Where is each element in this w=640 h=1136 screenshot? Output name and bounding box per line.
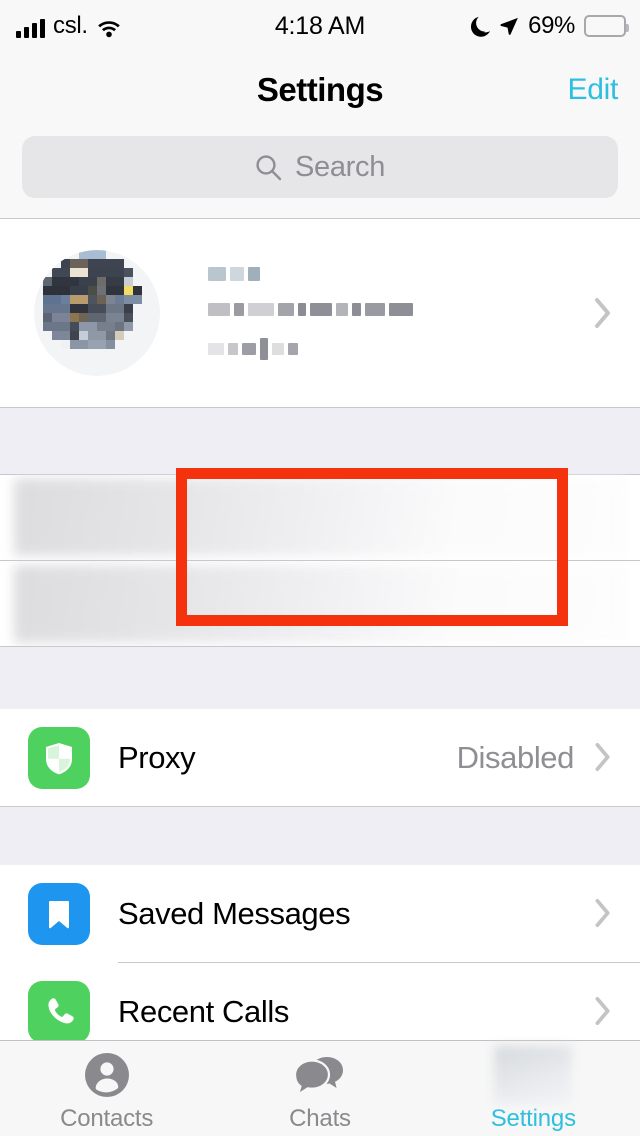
shield-icon — [28, 727, 90, 789]
phone-icon — [28, 981, 90, 1043]
chat-bubbles-icon — [293, 1049, 346, 1101]
tab-bar: Contacts Chats Settings — [0, 1040, 640, 1136]
settings-row-label: Proxy — [118, 740, 196, 775]
edit-button[interactable]: Edit — [568, 73, 619, 107]
chevron-right-icon — [594, 297, 612, 329]
search-placeholder: Search — [294, 150, 386, 183]
proxy-group: Proxy Disabled — [0, 709, 640, 807]
profile-group — [0, 218, 640, 626]
page-title: Settings — [256, 71, 384, 108]
profile-name-redacted — [208, 266, 584, 281]
list-item[interactable] — [0, 561, 640, 647]
gear-icon — [494, 1046, 573, 1104]
messages-group: Saved Messages Recent Calls — [0, 865, 640, 1061]
search-icon — [255, 154, 282, 181]
chevron-right-icon — [594, 742, 612, 774]
tab-label: Chats — [289, 1105, 351, 1132]
tab-contacts[interactable]: Contacts — [0, 1049, 213, 1133]
person-circle-icon — [83, 1049, 131, 1101]
section-gap — [0, 807, 640, 865]
tab-chats[interactable]: Chats — [213, 1049, 426, 1133]
settings-row-value: Disabled — [456, 740, 575, 775]
profile-text-block — [190, 253, 584, 374]
tab-label: Settings — [490, 1105, 576, 1132]
settings-row-label: Saved Messages — [118, 896, 351, 931]
settings-row-proxy[interactable]: Proxy Disabled — [0, 709, 640, 807]
list-item[interactable] — [0, 474, 640, 560]
tab-settings[interactable]: Settings — [427, 1046, 640, 1133]
profile-row[interactable] — [0, 218, 640, 408]
profile-username-redacted — [208, 337, 584, 360]
chevron-right-icon — [594, 898, 612, 930]
status-bar: csl. 4:18 AM 69% — [0, 0, 640, 52]
battery-icon — [584, 15, 629, 37]
settings-row-saved-messages[interactable]: Saved Messages — [0, 865, 640, 963]
profile-phone-redacted — [208, 302, 584, 316]
search-container: Search — [0, 128, 640, 218]
settings-row-label: Recent Calls — [118, 994, 289, 1029]
search-input[interactable]: Search — [22, 136, 618, 198]
chevron-right-icon — [594, 996, 612, 1028]
bookmark-icon — [28, 883, 90, 945]
navigation-bar: Settings Edit — [0, 52, 640, 128]
section-gap — [0, 647, 640, 709]
tab-label: Contacts — [60, 1105, 154, 1132]
settings-table: Proxy Disabled Saved Messages Recent Cal… — [0, 218, 640, 1061]
status-bar-clock: 4:18 AM — [274, 11, 366, 40]
avatar — [34, 250, 160, 376]
section-gap — [0, 408, 640, 474]
hidden-rows-group — [0, 474, 640, 647]
